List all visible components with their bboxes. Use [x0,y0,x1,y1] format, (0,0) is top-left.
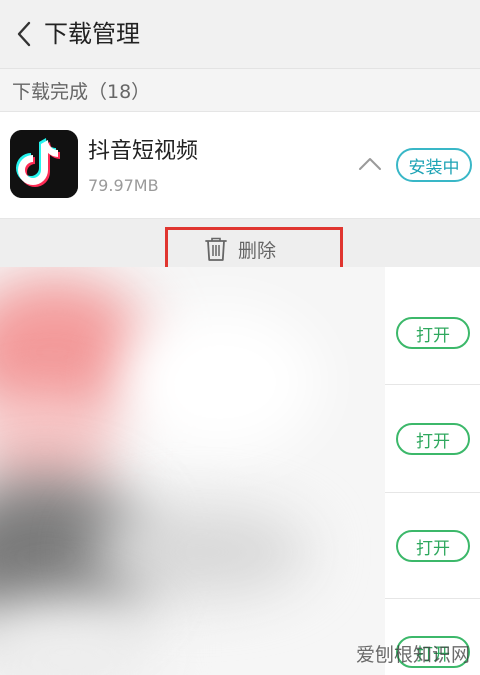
header-bar: 下载管理 [0,0,480,69]
row-divider [385,384,480,385]
collapse-button[interactable] [356,152,384,176]
blur-blob [0,597,160,675]
blurred-list-content [0,267,385,675]
installing-button[interactable]: 安装中 [396,148,472,182]
section-header-completed: 下载完成（18） [0,69,480,112]
watermark-text: 爱刨根知识网 [355,644,470,666]
blur-blob [90,507,310,597]
app-size: 79.97MB [88,176,159,195]
blur-blob [120,307,320,457]
row-divider [385,598,480,599]
open-button[interactable]: 打开 [396,317,470,349]
back-button[interactable] [10,18,38,50]
row-divider [385,492,480,493]
app-name: 抖音短视频 [88,139,199,164]
chevron-left-icon [17,21,31,47]
open-button[interactable]: 打开 [396,423,470,455]
page-title: 下载管理 [44,20,140,48]
open-button[interactable]: 打开 [396,530,470,562]
download-manager-screen: 下载管理 下载完成（18） 抖音短视频 79.97MB 安装中 删除 打开 打开… [0,0,480,675]
section-label-text: 下载完成（18） [12,81,151,103]
chevron-up-icon [359,158,381,170]
tiktok-app-icon [10,130,78,198]
